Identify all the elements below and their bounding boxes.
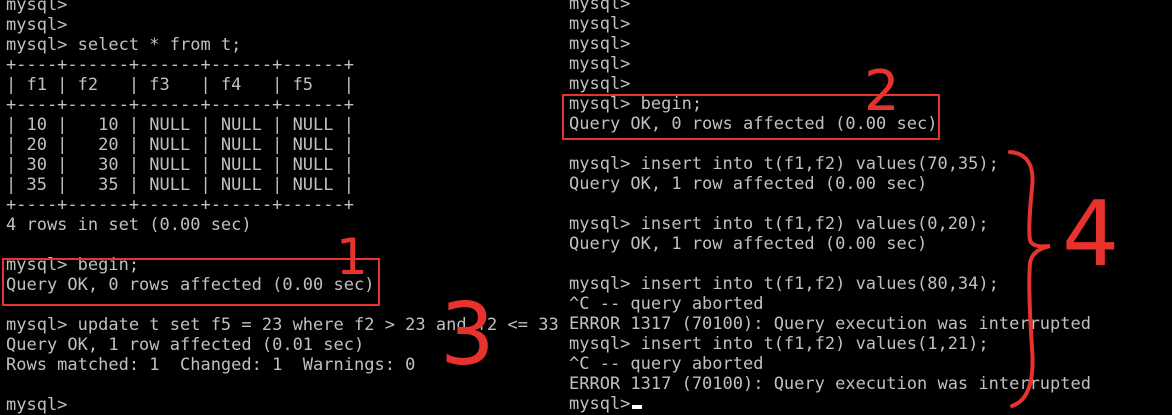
left-terminal-line: +----+------+------+------+------+	[6, 55, 354, 75]
left-terminal-line: mysql>	[6, 0, 68, 15]
left-terminal-line: Rows matched: 1 Changed: 1 Warnings: 0	[6, 355, 416, 375]
left-terminal-line: +----+------+------+------+------+	[6, 195, 354, 215]
right-terminal-line: Query OK, 1 row affected (0.00 sec)	[569, 174, 928, 194]
right-terminal-line: mysql>	[569, 74, 631, 94]
left-terminal-line: | 35 | 35 | NULL | NULL | NULL |	[6, 175, 354, 195]
left-terminal-line: | 10 | 10 | NULL | NULL | NULL |	[6, 115, 354, 135]
right-terminal-line: mysql>	[569, 54, 631, 74]
right-terminal-line: ^C -- query aborted	[569, 354, 764, 374]
right-terminal-line: mysql> insert into t(f1,f2) values(70,35…	[569, 154, 999, 174]
right-terminal-line: mysql> insert into t(f1,f2) values(1,21)…	[569, 334, 989, 354]
left-terminal-line: +----+------+------+------+------+	[6, 95, 354, 115]
left-terminal-line: | 30 | 30 | NULL | NULL | NULL |	[6, 155, 354, 175]
annotation-mark-3: 3	[440, 285, 495, 385]
right-terminal-line: mysql> insert into t(f1,f2) values(80,34…	[569, 274, 999, 294]
text-cursor	[632, 405, 643, 409]
right-terminal-line: mysql>	[569, 34, 631, 54]
annotation-mark-1: 1	[336, 228, 368, 286]
left-terminal-line: 4 rows in set (0.00 sec)	[6, 215, 252, 235]
left-terminal-line: mysql>	[6, 395, 68, 415]
left-terminal-line: mysql>	[6, 15, 68, 35]
right-terminal-line: mysql> insert into t(f1,f2) values(0,20)…	[569, 214, 989, 234]
right-terminal-line: ^C -- query aborted	[569, 294, 764, 314]
left-terminal-line: mysql> select * from t;	[6, 35, 242, 55]
right-terminal-line: mysql>	[569, 394, 631, 414]
right-terminal-line: mysql>	[569, 14, 631, 34]
right-terminal-line: mysql>	[569, 0, 631, 14]
annotation-mark-2: 2	[864, 59, 900, 124]
left-terminal-line: | 20 | 20 | NULL | NULL | NULL |	[6, 135, 354, 155]
annotation-box-begin-left	[2, 258, 380, 306]
annotation-mark-4: 4	[1062, 182, 1120, 287]
left-terminal-line: Query OK, 1 row affected (0.01 sec)	[6, 335, 365, 355]
right-terminal-line: Query OK, 1 row affected (0.00 sec)	[569, 234, 928, 254]
left-terminal-line: | f1 | f2 | f3 | f4 | f5 |	[6, 75, 354, 95]
annotation-brace	[1008, 150, 1051, 408]
